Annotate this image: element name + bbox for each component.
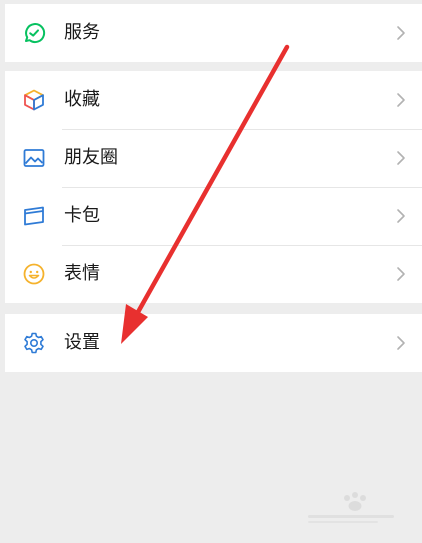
menu-label-services: 服务 <box>64 22 100 43</box>
baidu-experience-watermark <box>308 492 394 523</box>
menu-label-moments: 朋友圈 <box>64 147 118 168</box>
chevron-right-icon <box>397 151 405 165</box>
chevron-right-icon <box>397 209 405 223</box>
chevron-right-icon <box>397 26 405 40</box>
chevron-right-icon <box>397 336 405 350</box>
menu-label-stickers: 表情 <box>64 263 100 284</box>
gear-icon <box>22 331 46 355</box>
chevron-right-icon <box>397 267 405 281</box>
menu-item-moments[interactable]: 朋友圈 <box>5 129 422 187</box>
menu-label-favorites: 收藏 <box>64 89 100 110</box>
menu-label-settings: 设置 <box>64 332 100 353</box>
card-wallet-icon <box>22 204 46 228</box>
group-settings: 设置 <box>5 314 422 372</box>
group-features: 收藏 朋友圈 卡包 表情 <box>5 71 422 303</box>
menu-item-settings[interactable]: 设置 <box>5 314 422 372</box>
menu-item-cards[interactable]: 卡包 <box>5 187 422 245</box>
chevron-right-icon <box>397 93 405 107</box>
menu-item-services[interactable]: 服务 <box>5 4 422 62</box>
menu-item-favorites[interactable]: 收藏 <box>5 71 422 129</box>
menu-item-stickers[interactable]: 表情 <box>5 245 422 303</box>
smiley-face-icon <box>22 262 46 286</box>
services-icon <box>22 21 46 45</box>
favorites-cube-icon <box>22 88 46 112</box>
group-services: 服务 <box>5 4 422 62</box>
moments-picture-icon <box>22 146 46 170</box>
menu-label-cards: 卡包 <box>64 205 100 226</box>
